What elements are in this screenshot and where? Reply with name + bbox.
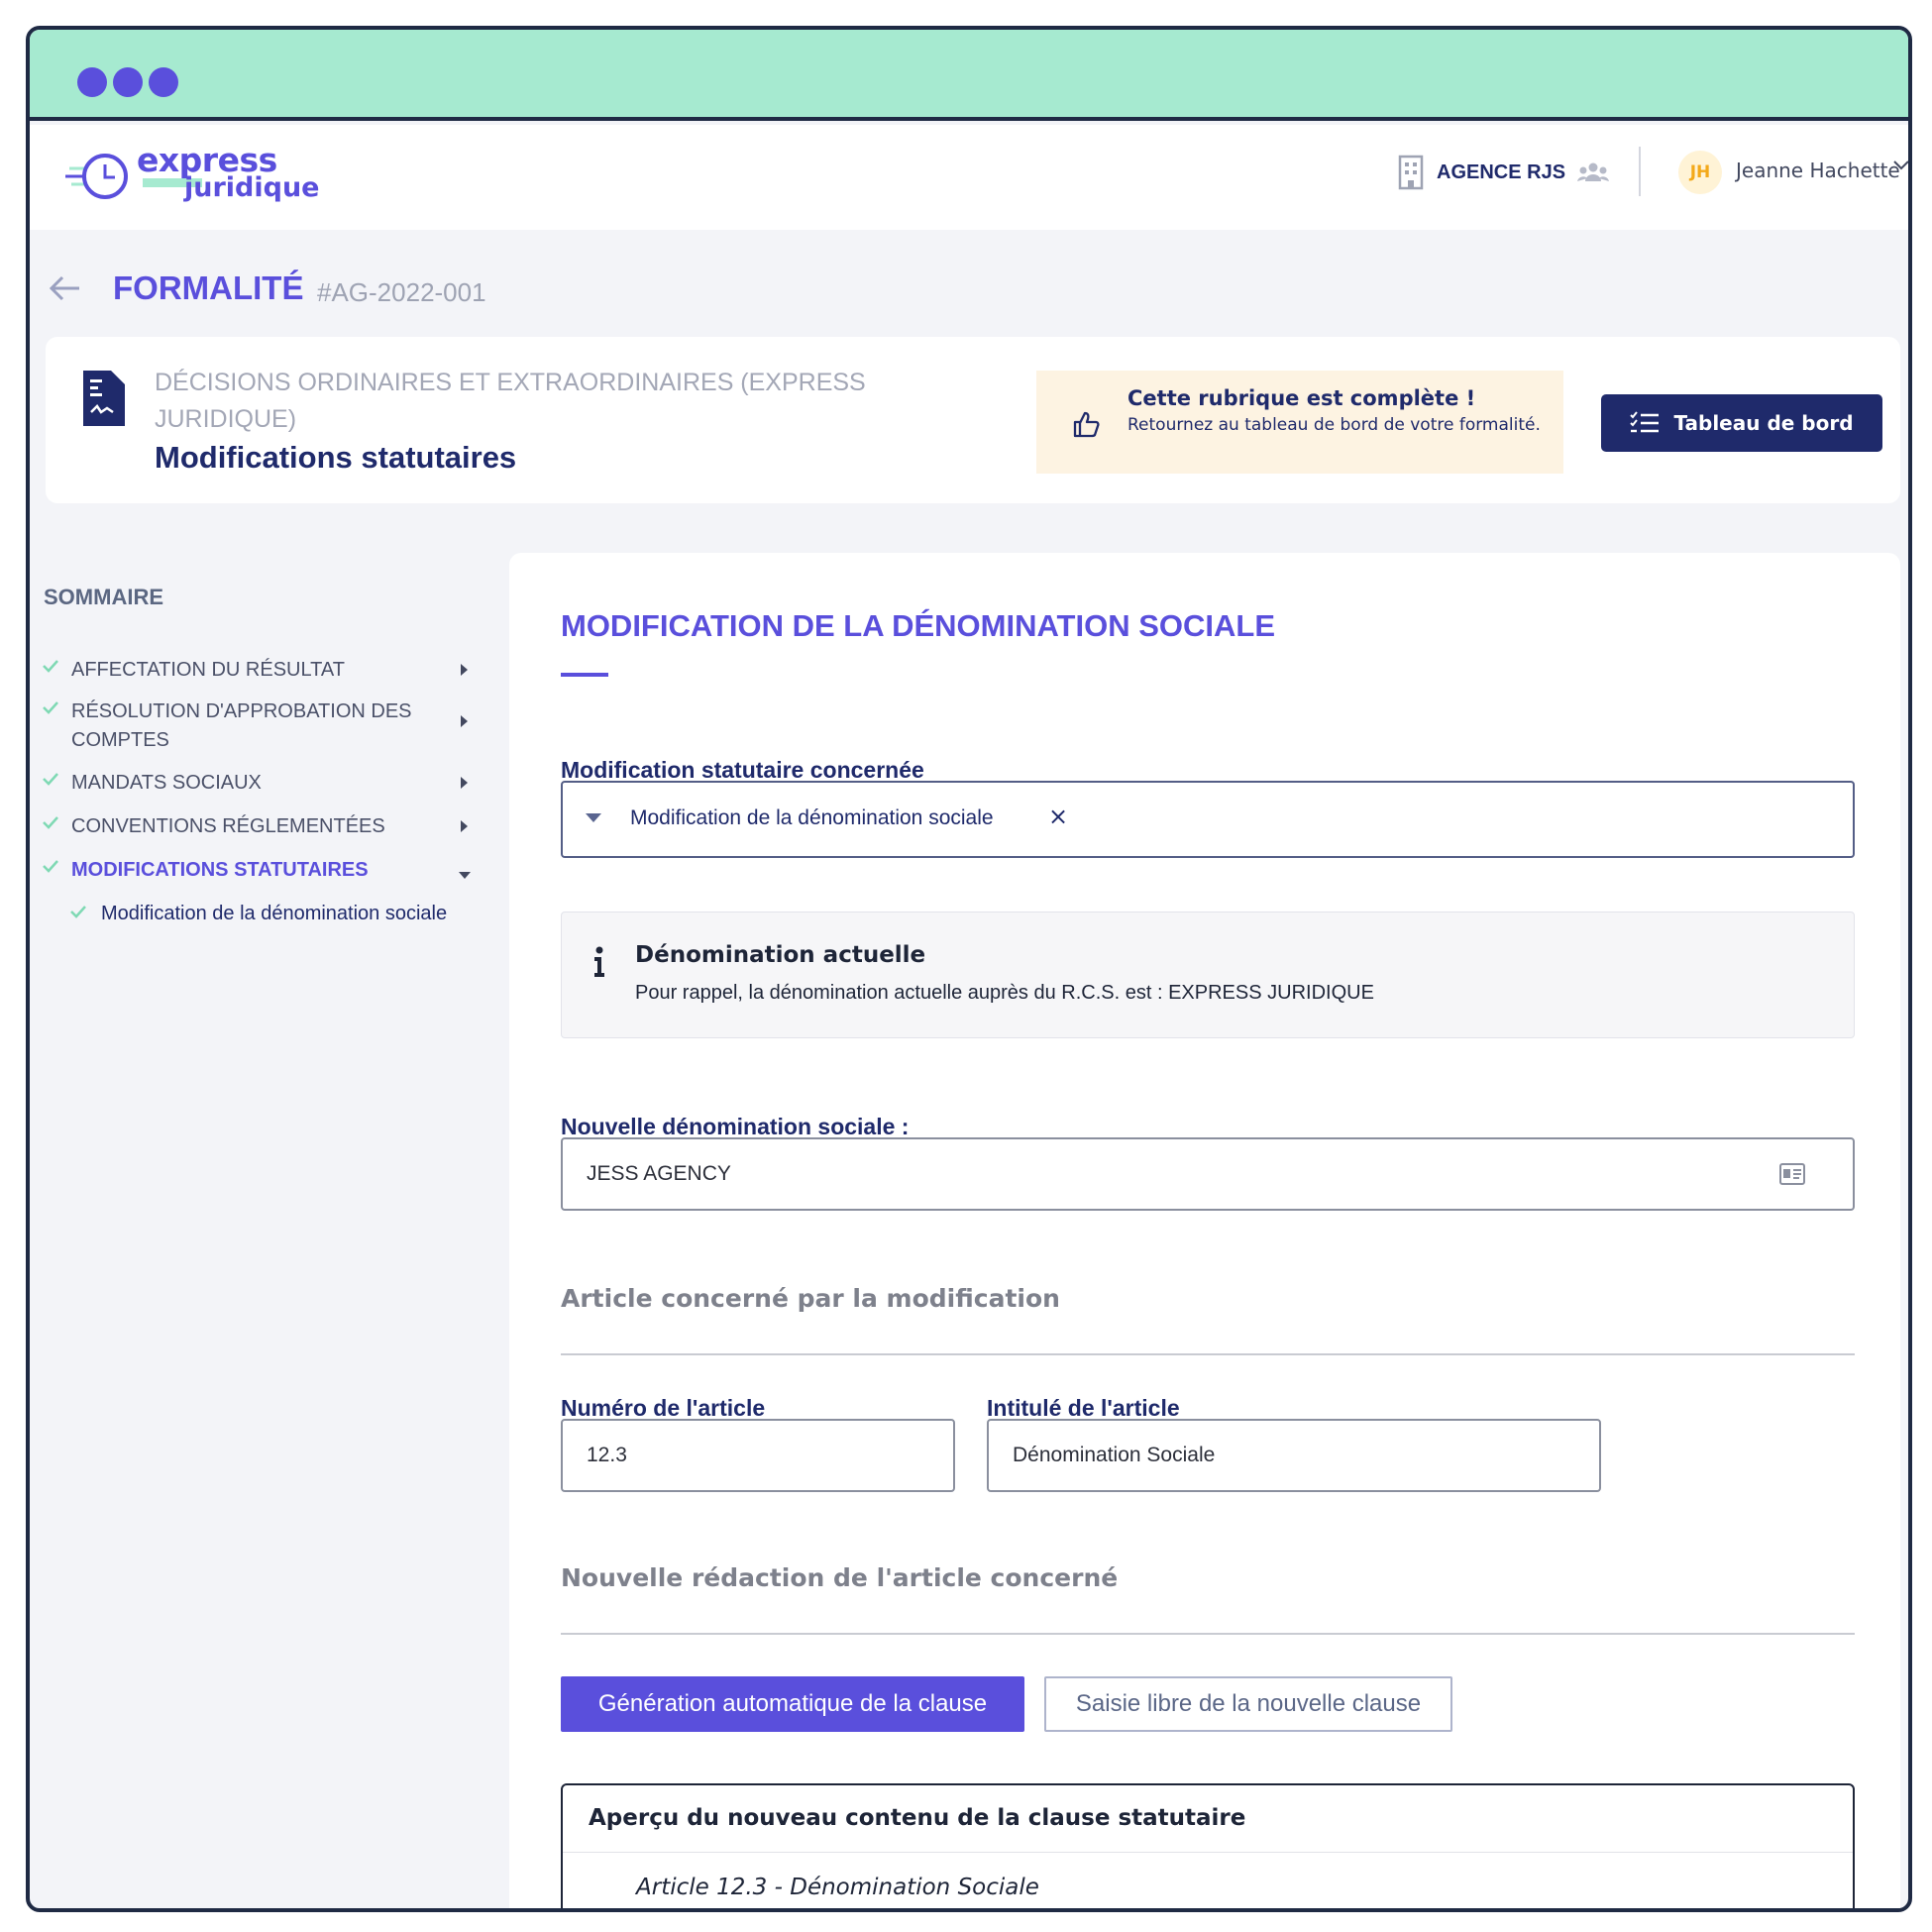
id-card-icon [1779, 1163, 1805, 1185]
agency-switcher[interactable]: AGENCE RJS [1397, 149, 1610, 196]
article-heading: Article concerné par la modification [561, 1284, 1060, 1313]
form-panel: MODIFICATION DE LA DÉNOMINATION SOCIALE … [509, 553, 1900, 1908]
section-kicker: DÉCISIONS ORDINAIRES ET EXTRAORDINAIRES … [155, 369, 866, 433]
caret-right-icon [458, 656, 478, 681]
topbar-divider [1639, 147, 1641, 196]
preview-title: Aperçu du nouveau contenu de la clause s… [589, 1805, 1246, 1831]
window-titlebar [30, 30, 1908, 121]
notice-text: Retournez au tableau de bord de votre fo… [1127, 415, 1541, 435]
formality-reference: #AG-2022-001 [317, 277, 486, 307]
arrow-left-icon[interactable] [48, 273, 83, 303]
article-number-label: Numéro de l'article [561, 1395, 766, 1421]
new-name-input[interactable]: JESS AGENCY [561, 1137, 1855, 1211]
brand-logo[interactable]: express juridique [65, 137, 323, 216]
section-title: Modifications statutaires [155, 440, 517, 475]
dashboard-button-label: Tableau de bord [1673, 411, 1854, 435]
sidebar-item-modifications-statutaires[interactable]: MODIFICATIONS STATUTAIRES [42, 856, 478, 885]
preview-header: Aperçu du nouveau contenu de la clause s… [563, 1785, 1853, 1853]
modification-label: Modification statutaire concernée [561, 757, 924, 783]
remove-selection-icon[interactable]: × [1048, 803, 1068, 830]
section-header-card: DÉCISIONS ORDINAIRES ET EXTRAORDINAIRES … [46, 337, 1900, 503]
info-title: Dénomination actuelle [635, 942, 926, 968]
user-name[interactable]: Jeanne Hachette [1736, 159, 1900, 182]
document-signature-icon [83, 371, 125, 426]
top-navigation-bar: express juridique AGENCE RJS JH Jeanne H… [30, 125, 1908, 230]
page-header: FORMALITÉ #AG-2022-001 [30, 264, 1908, 323]
check-icon [42, 812, 71, 833]
info-text: Pour rappel, la dénomination actuelle au… [635, 982, 1374, 1004]
sidebar-heading: SOMMAIRE [44, 585, 163, 609]
info-icon [594, 946, 604, 977]
building-icon [1398, 155, 1424, 190]
manual-clause-button[interactable]: Saisie libre de la nouvelle clause [1044, 1676, 1452, 1732]
sidebar-item-label: CONVENTIONS RÉGLEMENTÉES [71, 815, 385, 837]
sidebar-item-label: RÉSOLUTION D'APPROBATION DES COMPTES [71, 700, 412, 751]
team-icon [1577, 162, 1610, 181]
dashboard-button[interactable]: Tableau de bord [1601, 394, 1882, 452]
clause-preview: Aperçu du nouveau contenu de la clause s… [561, 1783, 1855, 1908]
user-avatar[interactable]: JH [1678, 151, 1722, 194]
sidebar-item-label: MANDATS SOCIAUX [71, 772, 262, 794]
article-title-input[interactable]: Dénomination Sociale [987, 1419, 1601, 1492]
thumbs-up-icon [1073, 411, 1100, 438]
check-icon [42, 856, 71, 877]
title-underline [561, 673, 608, 677]
window-control-dot[interactable] [77, 67, 107, 97]
notice-title: Cette rubrique est complète ! [1127, 386, 1476, 410]
sidebar-subitem-denomination[interactable]: Modification de la dénomination sociale [69, 902, 466, 926]
article-title-value: Dénomination Sociale [1013, 1444, 1216, 1466]
preview-article: Article 12.3 - Dénomination Sociale [636, 1875, 1039, 1900]
summary-sidebar: SOMMAIRE AFFECTATION DU RÉSULTAT RÉSOLUT… [30, 555, 495, 1908]
caret-right-icon [458, 812, 478, 837]
sidebar-item-affectation-resultat[interactable]: AFFECTATION DU RÉSULTAT [42, 656, 478, 685]
article-title-label: Intitulé de l'article [987, 1395, 1180, 1421]
caret-down-icon[interactable] [585, 812, 602, 824]
sidebar-item-approbation-comptes[interactable]: RÉSOLUTION D'APPROBATION DES COMPTES [42, 698, 478, 755]
sidebar-item-label: AFFECTATION DU RÉSULTAT [71, 659, 345, 681]
selected-modification: Modification de la dénomination sociale [630, 806, 994, 829]
caret-right-icon [458, 769, 478, 794]
auto-generate-clause-button[interactable]: Génération automatique de la clause [561, 1676, 1024, 1732]
sidebar-item-conventions[interactable]: CONVENTIONS RÉGLEMENTÉES [42, 812, 478, 841]
check-icon [42, 656, 71, 677]
check-icon [69, 902, 101, 922]
page-title: FORMALITÉ [113, 269, 304, 306]
article-number-input[interactable]: 12.3 [561, 1419, 955, 1492]
form-title: MODIFICATION DE LA DÉNOMINATION SOCIALE [561, 608, 1276, 643]
window-control-dot[interactable] [113, 67, 143, 97]
new-name-value: JESS AGENCY [587, 1162, 731, 1185]
divider [561, 1633, 1855, 1635]
agency-name: AGENCE RJS [1437, 161, 1566, 183]
app-window: express juridique AGENCE RJS JH Jeanne H… [26, 26, 1912, 1912]
chevron-down-icon[interactable] [1892, 159, 1910, 172]
sidebar-item-mandats-sociaux[interactable]: MANDATS SOCIAUX [42, 769, 478, 798]
divider [561, 1353, 1855, 1355]
sidebar-subitem-label: Modification de la dénomination sociale [101, 903, 448, 924]
caret-right-icon [458, 698, 478, 732]
section-complete-notice: Cette rubrique est complète ! Retournez … [1036, 371, 1563, 474]
article-number-value: 12.3 [587, 1444, 627, 1466]
current-name-info: Dénomination actuelle Pour rappel, la dé… [561, 912, 1855, 1038]
modification-select[interactable]: Modification de la dénomination sociale … [561, 781, 1855, 858]
redaction-heading: Nouvelle rédaction de l'article concerné [561, 1563, 1119, 1592]
new-name-label: Nouvelle dénomination sociale : [561, 1114, 910, 1139]
checklist-icon [1630, 411, 1660, 433]
sidebar-item-label: MODIFICATIONS STATUTAIRES [71, 859, 369, 881]
window-control-dot[interactable] [149, 67, 178, 97]
check-icon [42, 698, 71, 718]
caret-down-icon [458, 856, 478, 884]
brand-name-line2: juridique [184, 172, 320, 203]
check-icon [42, 769, 71, 790]
clock-logo-icon [65, 154, 128, 199]
